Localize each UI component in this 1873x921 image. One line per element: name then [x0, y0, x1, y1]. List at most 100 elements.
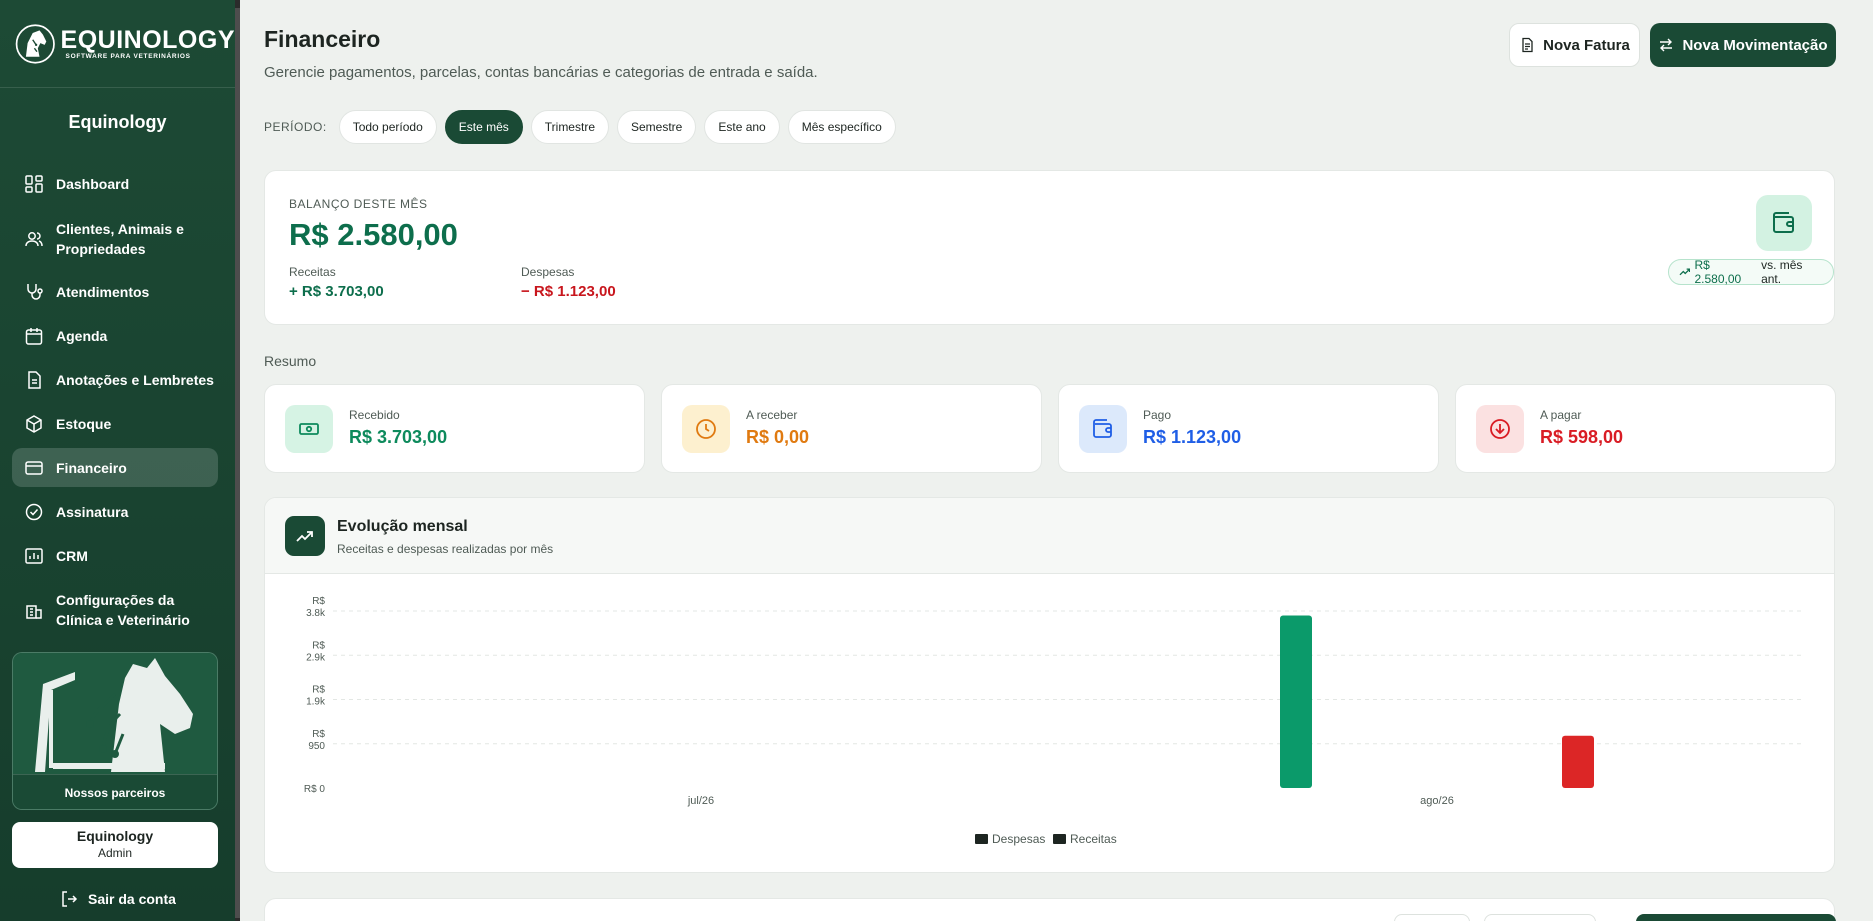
sidebar-item-financeiro[interactable]: Financeiro [12, 448, 218, 487]
money-icon [299, 423, 319, 435]
chart-title: Evolução mensal [337, 518, 468, 535]
y-tick-label: 2.9k [306, 652, 326, 663]
trending-up-icon [1679, 268, 1691, 276]
sidebar-item-label: CRM [56, 548, 88, 564]
chart-subtitle: Receitas e despesas realizadas por mês [337, 542, 554, 556]
section-primary-button[interactable] [1636, 914, 1836, 921]
y-tick-label: R$ [312, 640, 325, 651]
period-this-month[interactable]: Este mês [444, 110, 523, 144]
sidebar-item-label: Atendimentos [56, 284, 150, 300]
sidebar-item-agenda[interactable]: Agenda [12, 324, 218, 348]
kpi-label: A receber [746, 408, 798, 422]
period-quarter[interactable]: Trimestre [530, 110, 609, 144]
file-text-icon [1522, 37, 1533, 53]
page-title: Financeiro [264, 26, 381, 52]
chart-header: Evolução mensal Receitas e despesas real… [265, 498, 1834, 574]
new-movement-label: Nova Movimentação [1682, 36, 1828, 54]
page-subtitle: Gerencie pagamentos, parcelas, contas ba… [264, 64, 818, 81]
sidebar-item-label: Dashboard [56, 176, 130, 192]
period-filter: PERÍODO: Todo período Este mês Trimestre… [264, 110, 904, 144]
period-all[interactable]: Todo período [338, 110, 437, 144]
sidebar-item-atendimentos[interactable]: Atendimentos [12, 280, 218, 304]
balance-label: BALANÇO DESTE MÊS [289, 197, 428, 211]
kpi-value: R$ 3.703,00 [349, 427, 448, 447]
partners-card[interactable]: Nossos parceiros [12, 652, 218, 810]
bar-despesas [1562, 735, 1594, 788]
logout-button[interactable]: Sair da conta [60, 890, 176, 908]
balance-card: BALANÇO DESTE MÊS R$ 2.580,00 Receitas +… [264, 170, 1835, 325]
sidebar-item-crm[interactable]: CRM [12, 544, 218, 568]
chart-icon-badge [285, 516, 325, 556]
income-value: + R$ 3.703,00 [289, 283, 384, 300]
monthly-bar-chart: R$ 0R$950R$1.9kR$2.9kR$3.8kjul/26 ago/26D… [304, 596, 1805, 846]
y-tick-label: R$ 0 [304, 784, 326, 795]
period-specific-month[interactable]: Mês específico [787, 110, 896, 144]
users-icon [25, 232, 43, 247]
section-button[interactable] [1394, 914, 1470, 921]
sidebar: EQUINOLOGY SOFTWARE PARA VETERINÁRIOS Eq… [0, 0, 235, 921]
sidebar-item-label: Configurações da Clínica e Veterinário [56, 592, 190, 628]
legend-label: Despesas [992, 832, 1045, 846]
y-tick-label: 1.9k [306, 697, 326, 708]
sidebar-item-dashboard[interactable]: Dashboard [12, 172, 218, 196]
calendar-icon [25, 328, 43, 345]
kpi-received: Recebido R$ 3.703,00 [264, 384, 645, 473]
period-label: PERÍODO: [264, 120, 327, 134]
summary-title: Resumo [264, 353, 317, 369]
horse-logo-icon [15, 23, 55, 64]
y-tick-label: 3.8k [306, 608, 326, 619]
y-tick-label: R$ [312, 685, 325, 696]
kpi-value: R$ 0,00 [746, 427, 810, 447]
y-tick-label: 950 [308, 741, 325, 752]
kpi-icon-badge [1476, 405, 1524, 453]
sidebar-item-label: Assinatura [56, 504, 129, 520]
clock-icon [696, 419, 716, 439]
sidebar-item-notes[interactable]: Anotações e Lembretes [12, 368, 218, 392]
dashboard-icon [25, 175, 43, 193]
sidebar-item-assinatura[interactable]: Assinatura [12, 500, 218, 524]
kpi-receivable: A receber R$ 0,00 [661, 384, 1042, 473]
brand-name: EQUINOLOGY [60, 26, 235, 54]
period-this-year[interactable]: Este ano [704, 110, 780, 144]
kpi-icon-badge [285, 405, 333, 453]
user-card[interactable]: Equinology Admin [12, 822, 218, 868]
trend-value: R$ 2.580,00 [1694, 258, 1742, 286]
kpi-payable: A pagar R$ 598,00 [1455, 384, 1836, 473]
arrows-swap-icon [1660, 38, 1673, 52]
kpi-icon-badge [1079, 405, 1127, 453]
sidebar-item-label: Anotações e Lembretes [56, 372, 214, 388]
brand-logo[interactable]: EQUINOLOGY SOFTWARE PARA VETERINÁRIOS [0, 0, 235, 88]
wallet-icon [1773, 212, 1794, 233]
y-tick-label: R$ [312, 729, 325, 740]
period-semester[interactable]: Semestre [617, 110, 697, 144]
sidebar-item-estoque[interactable]: Estoque [12, 412, 218, 436]
sidebar-item-clients[interactable]: Clientes, Animais e Propriedades [12, 219, 218, 259]
sidebar-item-configuracoes[interactable]: Configurações da Clínica e Veterinário [12, 590, 218, 630]
kpi-label: Pago [1143, 408, 1172, 422]
kpi-value: R$ 598,00 [1540, 427, 1624, 447]
crm-chart-icon [25, 548, 43, 564]
kpi-value: R$ 1.123,00 [1143, 427, 1242, 447]
sidebar-item-label: Agenda [56, 328, 108, 344]
credit-card-icon [25, 460, 43, 475]
kpi-paid: Pago R$ 1.123,00 [1058, 384, 1439, 473]
new-movement-button[interactable]: Nova Movimentação [1650, 23, 1836, 67]
x-tick-label: jul/26 [687, 795, 714, 807]
trend-suffix: vs. mês ant. [1761, 258, 1803, 286]
section-button[interactable] [1484, 914, 1596, 921]
bar-receitas [1280, 615, 1312, 788]
income-label: Receitas [289, 265, 336, 279]
kpi-icon-badge [682, 405, 730, 453]
badge-check-icon [25, 503, 43, 521]
x-tick-label: ago/26 [1420, 795, 1454, 807]
new-invoice-button[interactable]: Nova Fatura [1509, 23, 1640, 67]
monthly-evolution-card: Evolução mensal Receitas e despesas real… [264, 497, 1835, 873]
kpi-label: Recebido [349, 408, 400, 422]
wallet-badge [1756, 195, 1812, 251]
logout-icon [62, 891, 78, 907]
balance-value: R$ 2.580,00 [289, 217, 458, 252]
new-invoice-label: Nova Fatura [1543, 36, 1630, 54]
trending-up-icon [296, 531, 313, 542]
partners-label: Nossos parceiros [13, 774, 217, 809]
sidebar-item-label: Financeiro [56, 459, 127, 476]
